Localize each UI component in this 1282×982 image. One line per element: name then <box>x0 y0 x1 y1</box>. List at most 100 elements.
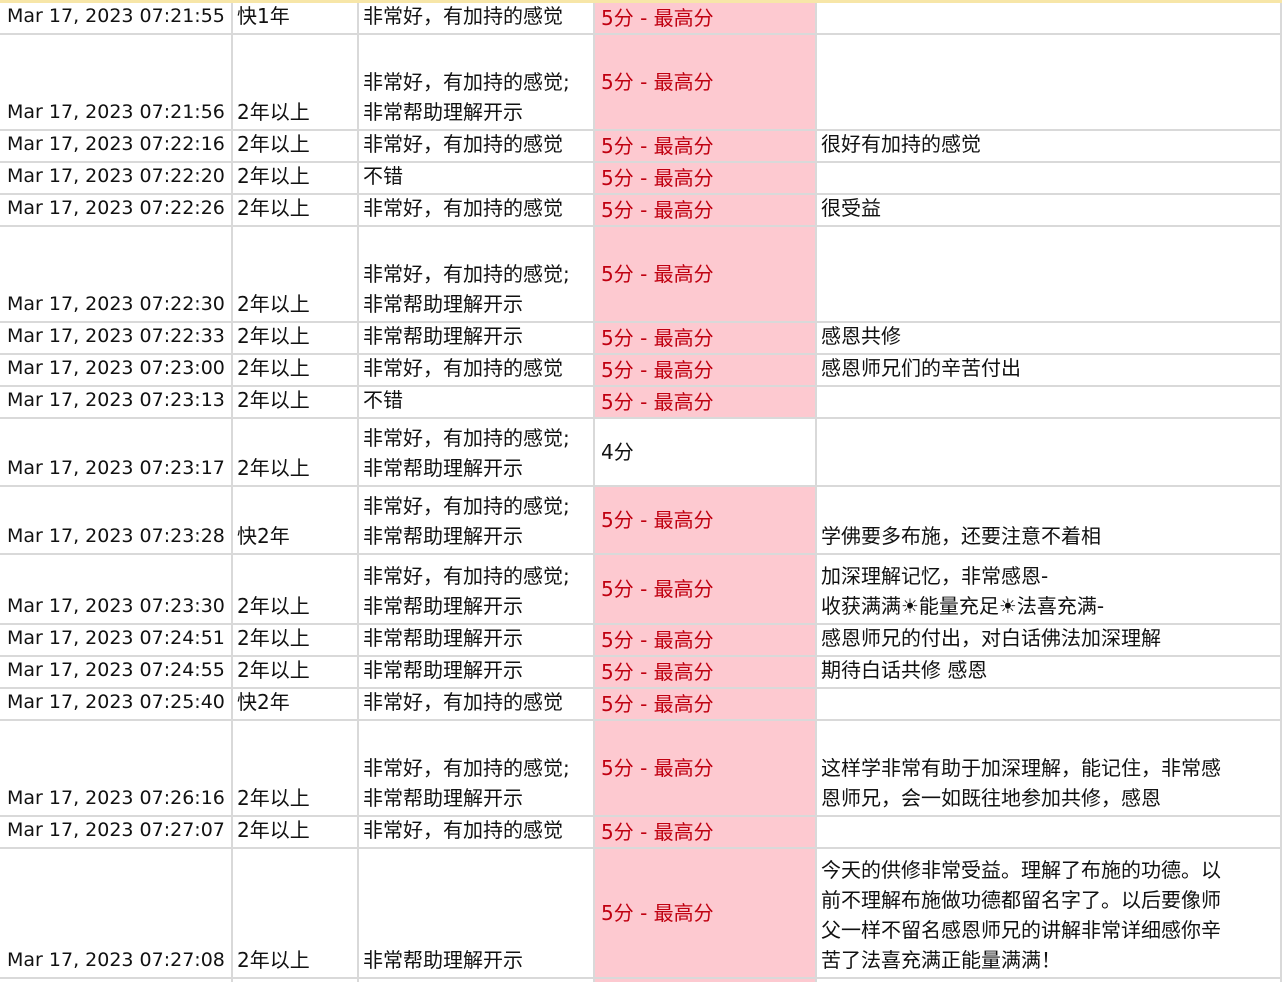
comment-cell[interactable] <box>817 689 1282 721</box>
timestamp-cell[interactable]: Mar 17, 2023 07:23:30 <box>0 555 233 625</box>
table-row[interactable]: Mar 17, 2023 07:24:55 2年以上 非常帮助理解开示 5分 - 最高… <box>0 657 1282 689</box>
table-row[interactable]: Mar 17, 2023 07:22:30 2年以上 非常好，有加持的感觉; 非常帮… <box>0 227 1282 323</box>
rating-cell[interactable]: 5分 - 最高分 <box>595 355 817 387</box>
table-row[interactable]: Mar 17, 2023 07:21:55 快1年 非常好，有加持的感觉 5分 - 最… <box>0 3 1282 35</box>
comment-cell[interactable]: 学佛要多布施，还要注意不着相 <box>817 487 1282 555</box>
feeling-cell[interactable]: 非常好，有加持的感觉 <box>359 195 595 227</box>
table-row[interactable]: Mar 17, 2023 07:25:40 快2年 非常好，有加持的感觉 5分 - 最… <box>0 689 1282 721</box>
table-row[interactable]: Mar 17, 2023 07:23:28 快2年 非常好，有加持的感觉; 非常帮助… <box>0 487 1282 555</box>
comment-cell[interactable]: 感恩师兄们的辛苦付出 <box>817 355 1282 387</box>
table-row[interactable]: Mar 17, 2023 07:23:00 2年以上 非常好，有加持的感觉 5分 - … <box>0 355 1282 387</box>
duration-cell[interactable]: 快2年 <box>233 487 359 555</box>
comment-cell[interactable]: 期待白话共修 感恩 <box>817 657 1282 689</box>
comment-cell[interactable] <box>817 163 1282 195</box>
timestamp-cell[interactable]: Mar 17, 2023 07:23:17 <box>0 419 233 487</box>
timestamp-cell[interactable]: Mar 17, 2023 07:23:13 <box>0 387 233 419</box>
timestamp-cell[interactable]: Mar 17, 2023 07:23:00 <box>0 355 233 387</box>
feeling-cell[interactable]: 非常好，有加持的感觉; 非常帮助理解开示 <box>359 555 595 625</box>
timestamp-cell[interactable]: Mar 17, 2023 07:22:20 <box>0 163 233 195</box>
feeling-cell[interactable]: 非常帮助理解开示 <box>359 323 595 355</box>
comment-cell[interactable] <box>817 35 1282 131</box>
timestamp-cell[interactable]: Mar 17, 2023 07:26:16 <box>0 721 233 817</box>
table-row[interactable]: Mar 17, 2023 07:24:51 2年以上 非常帮助理解开示 5分 - 最高… <box>0 625 1282 657</box>
comment-cell[interactable]: 这样学非常有助于加深理解，能记住，非常感 恩师兄，会一如既往地参加共修，感恩 <box>817 721 1282 817</box>
comment-cell[interactable]: 很受益 <box>817 195 1282 227</box>
feeling-cell[interactable]: 不错 <box>359 163 595 195</box>
table-row[interactable]: Mar 17, 2023 07:22:16 2年以上 非常好，有加持的感觉 5分 - … <box>0 131 1282 163</box>
feeling-cell[interactable]: 非常帮助理解开示 <box>359 657 595 689</box>
rating-cell[interactable]: 5分 - 最高分 <box>595 555 817 625</box>
feeling-cell[interactable]: 非常好，有加持的感觉; 非常帮助理解开示 <box>359 487 595 555</box>
rating-cell[interactable]: 5分 - 最高分 <box>595 227 817 323</box>
comment-cell[interactable] <box>817 817 1282 849</box>
duration-cell[interactable]: 2年以上 <box>233 387 359 419</box>
feeling-cell[interactable]: 非常好，有加持的感觉; 非常帮助理解开示 <box>359 227 595 323</box>
rating-cell[interactable]: 5分 - 最高分 <box>595 817 817 849</box>
rating-cell[interactable]: 5分 - 最高分 <box>595 487 817 555</box>
comment-cell[interactable]: 今天的供修非常受益。理解了布施的功德。以 前不理解布施做功德都留名字了。以后要像… <box>817 849 1282 979</box>
table-row[interactable]: Mar 17, 2023 07:23:30 2年以上 非常好，有加持的感觉; 非常帮… <box>0 555 1282 625</box>
duration-cell[interactable]: 2年以上 <box>233 625 359 657</box>
timestamp-cell[interactable]: Mar 17, 2023 07:22:26 <box>0 195 233 227</box>
timestamp-cell[interactable]: Mar 17, 2023 07:21:56 <box>0 35 233 131</box>
feeling-cell[interactable]: 非常帮助理解开示 <box>359 625 595 657</box>
rating-cell[interactable]: 5分 - 最高分 <box>595 657 817 689</box>
comment-cell[interactable] <box>817 3 1282 35</box>
timestamp-cell[interactable]: Mar 17, 2023 07:24:51 <box>0 625 233 657</box>
timestamp-cell[interactable]: Mar 17, 2023 07:27:07 <box>0 817 233 849</box>
table-row[interactable]: Mar 17, 2023 07:23:17 2年以上 非常好，有加持的感觉; 非常帮… <box>0 419 1282 487</box>
duration-cell[interactable]: 2年以上 <box>233 227 359 323</box>
timestamp-cell[interactable]: Mar 17, 2023 07:27:08 <box>0 849 233 979</box>
duration-cell[interactable]: 2年以上 <box>233 657 359 689</box>
feeling-cell[interactable]: 非常好，有加持的感觉 <box>359 131 595 163</box>
table-row[interactable]: Mar 17, 2023 07:21:56 2年以上 非常好，有加持的感觉; 非常帮… <box>0 35 1282 131</box>
duration-cell[interactable]: 2年以上 <box>233 131 359 163</box>
rating-cell[interactable]: 4分 <box>595 419 817 487</box>
feeling-cell[interactable]: 非常好，有加持的感觉 <box>359 817 595 849</box>
spreadsheet-grid[interactable]: Mar 17, 2023 07:21:55 快1年 非常好，有加持的感觉 5分 - 最… <box>0 3 1282 982</box>
comment-cell[interactable]: 很好有加持的感觉 <box>817 131 1282 163</box>
duration-cell[interactable]: 2年以上 <box>233 163 359 195</box>
duration-cell[interactable]: 2年以上 <box>233 35 359 131</box>
table-row[interactable]: Mar 17, 2023 07:22:20 2年以上 不错 5分 - 最高分 <box>0 163 1282 195</box>
feeling-cell[interactable]: 非常好，有加持的感觉 <box>359 689 595 721</box>
duration-cell[interactable]: 2年以上 <box>233 817 359 849</box>
rating-cell[interactable]: 5分 - 最高分 <box>595 625 817 657</box>
rating-cell[interactable]: 5分 - 最高分 <box>595 323 817 355</box>
timestamp-cell[interactable]: Mar 17, 2023 07:22:16 <box>0 131 233 163</box>
timestamp-cell[interactable]: Mar 17, 2023 07:24:55 <box>0 657 233 689</box>
feeling-cell[interactable]: 非常好，有加持的感觉 <box>359 3 595 35</box>
duration-cell[interactable]: 快1年 <box>233 3 359 35</box>
duration-cell[interactable]: 快2年 <box>233 689 359 721</box>
comment-cell[interactable] <box>817 227 1282 323</box>
timestamp-cell[interactable]: Mar 17, 2023 07:25:40 <box>0 689 233 721</box>
rating-cell[interactable]: 5分 - 最高分 <box>595 3 817 35</box>
feeling-cell[interactable]: 不错 <box>359 387 595 419</box>
comment-cell[interactable]: 加深理解记忆，非常感恩- 收获满满☀能量充足☀法喜充满- <box>817 555 1282 625</box>
rating-cell[interactable]: 5分 - 最高分 <box>595 195 817 227</box>
comment-cell[interactable]: 感恩师兄的付出，对白话佛法加深理解 <box>817 625 1282 657</box>
feeling-cell[interactable]: 非常好，有加持的感觉 <box>359 355 595 387</box>
table-row[interactable]: Mar 17, 2023 07:22:33 2年以上 非常帮助理解开示 5分 - 最高… <box>0 323 1282 355</box>
comment-cell[interactable] <box>817 419 1282 487</box>
timestamp-cell[interactable]: Mar 17, 2023 07:23:28 <box>0 487 233 555</box>
rating-cell[interactable]: 5分 - 最高分 <box>595 131 817 163</box>
table-row[interactable]: Mar 17, 2023 07:22:26 2年以上 非常好，有加持的感觉 5分 - … <box>0 195 1282 227</box>
comment-cell[interactable] <box>817 387 1282 419</box>
timestamp-cell[interactable]: Mar 17, 2023 07:21:55 <box>0 3 233 35</box>
feeling-cell[interactable]: 非常帮助理解开示 <box>359 849 595 979</box>
feeling-cell[interactable]: 非常好，有加持的感觉; 非常帮助理解开示 <box>359 721 595 817</box>
rating-cell[interactable]: 5分 - 最高分 <box>595 721 817 817</box>
rating-cell[interactable]: 5分 - 最高分 <box>595 689 817 721</box>
timestamp-cell[interactable]: Mar 17, 2023 07:22:30 <box>0 227 233 323</box>
feeling-cell[interactable]: 非常好，有加持的感觉; 非常帮助理解开示 <box>359 35 595 131</box>
rating-cell[interactable]: 5分 - 最高分 <box>595 163 817 195</box>
rating-cell[interactable]: 5分 - 最高分 <box>595 35 817 131</box>
duration-cell[interactable]: 2年以上 <box>233 849 359 979</box>
duration-cell[interactable]: 2年以上 <box>233 555 359 625</box>
duration-cell[interactable]: 2年以上 <box>233 195 359 227</box>
table-row[interactable]: Mar 17, 2023 07:27:08 2年以上 非常帮助理解开示 5分 - 最高… <box>0 849 1282 979</box>
duration-cell[interactable]: 2年以上 <box>233 721 359 817</box>
duration-cell[interactable]: 2年以上 <box>233 419 359 487</box>
timestamp-cell[interactable]: Mar 17, 2023 07:22:33 <box>0 323 233 355</box>
